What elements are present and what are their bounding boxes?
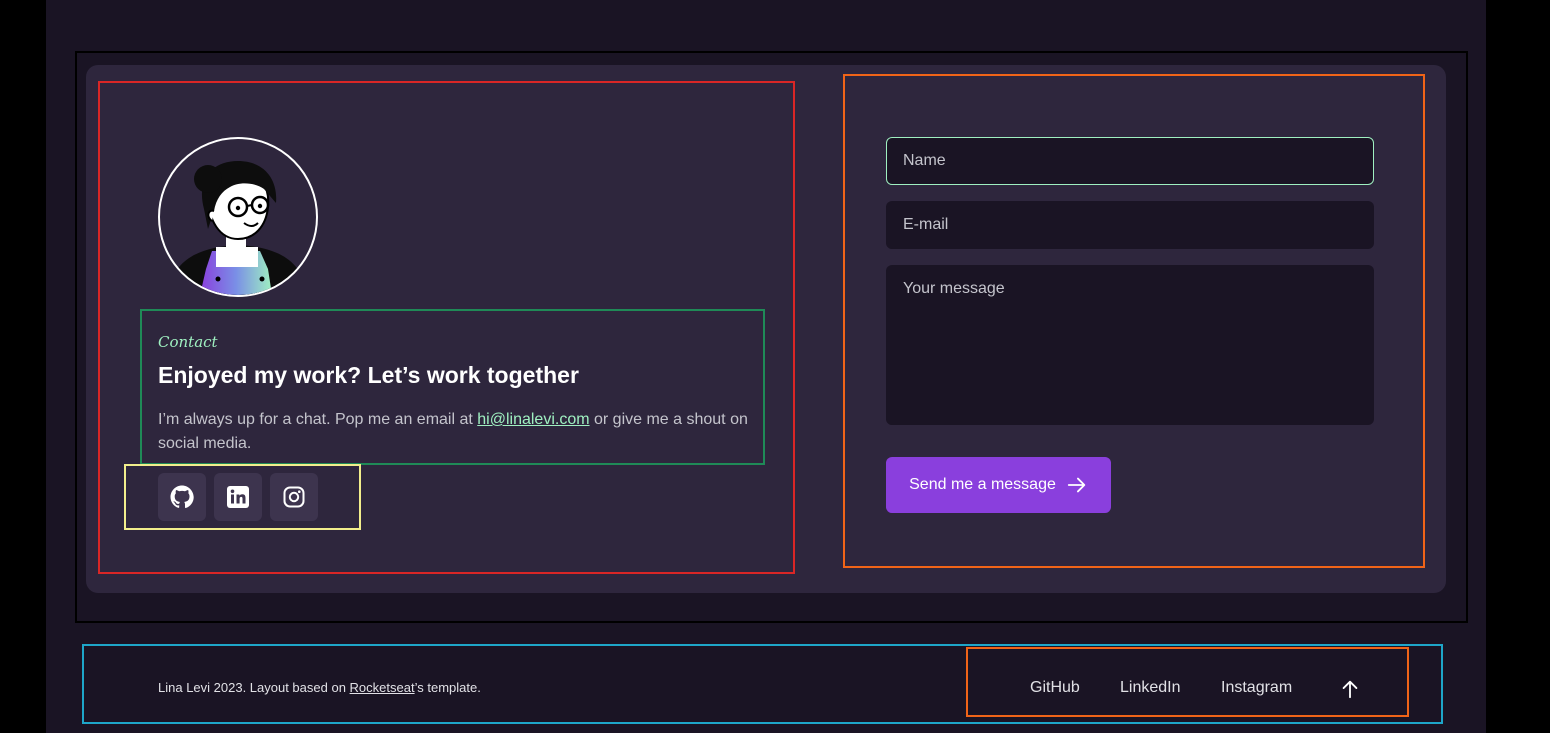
footer-link-linkedin[interactable]: LinkedIn [1120,679,1181,697]
description-text: I’m always up for a chat. Pop me an emai… [158,411,478,428]
name-input[interactable] [886,137,1374,185]
footer-credit: Lina Levi 2023. Layout based on Rocketse… [158,680,481,695]
footer-link-github[interactable]: GitHub [1030,679,1080,697]
avatar-illustration [168,161,308,295]
email-link[interactable]: hi@linalevi.com [477,411,589,428]
footer-credit-text: Lina Levi 2023. Layout based on [158,680,350,695]
linkedin-icon [227,486,249,508]
avatar [158,137,318,297]
linkedin-button[interactable] [214,473,262,521]
instagram-icon [283,486,305,508]
contact-description: I’m always up for a chat. Pop me an emai… [158,408,758,456]
email-input[interactable] [886,201,1374,249]
github-button[interactable] [158,473,206,521]
arrow-up-icon [1342,680,1358,699]
footer-credit-text-end: ’s template. [414,680,481,695]
arrow-right-icon [1067,477,1086,493]
back-to-top-button[interactable] [1338,677,1362,701]
footer-link-instagram[interactable]: Instagram [1221,679,1292,697]
github-icon [170,485,194,509]
send-message-label: Send me a message [909,476,1056,493]
contact-label: Contact [158,333,218,351]
send-message-button[interactable]: Send me a message [886,457,1111,513]
contact-heading: Enjoyed my work? Let’s work together [158,362,579,388]
message-textarea[interactable] [886,265,1374,425]
rocketseat-link[interactable]: Rocketseat [350,680,415,695]
instagram-button[interactable] [270,473,318,521]
